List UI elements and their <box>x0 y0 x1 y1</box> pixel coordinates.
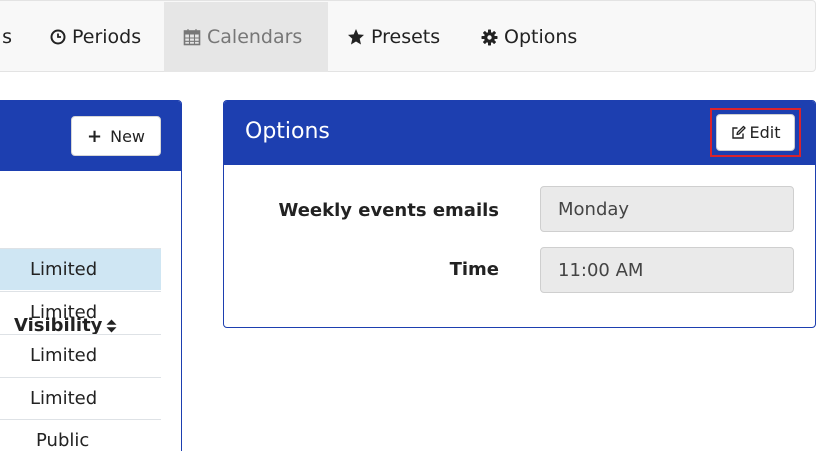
table-row[interactable]: Limited <box>0 334 161 376</box>
nav-tab-periods[interactable]: Periods <box>50 2 141 72</box>
nav-tab-calendars[interactable]: Calendars <box>164 2 328 72</box>
edit-options-button[interactable]: Edit <box>716 114 795 151</box>
edit-options-label: Edit <box>749 123 781 142</box>
calendar-list-header: + New <box>0 101 181 171</box>
visibility-cell: Limited <box>30 345 98 366</box>
visibility-cell: Public <box>36 430 90 451</box>
visibility-cell: Limited <box>30 388 98 409</box>
options-card-header: Options Edit <box>224 101 815 165</box>
visibility-cell: Limited <box>30 259 98 280</box>
top-nav-bar: s Periods Calendars Presets Options <box>0 0 816 72</box>
table-row[interactable]: Limited <box>0 248 161 290</box>
table-row[interactable]: Limited <box>0 291 161 333</box>
clock-icon <box>50 29 66 45</box>
options-card-title: Options <box>245 119 330 144</box>
gear-icon <box>481 29 498 46</box>
plus-icon: + <box>87 125 103 147</box>
star-icon <box>347 28 365 46</box>
nav-tab-options-label: Options <box>504 26 578 48</box>
nav-tab-presets[interactable]: Presets <box>347 2 440 72</box>
time-value: 11:00 AM <box>558 259 644 281</box>
nav-tab-calendars-label: Calendars <box>207 26 303 48</box>
nav-tab-truncated[interactable]: s <box>0 2 12 72</box>
new-calendar-button[interactable]: + New <box>71 116 161 156</box>
nav-tab-options[interactable]: Options <box>481 2 577 72</box>
table-row[interactable]: Public <box>0 419 161 451</box>
calendar-list-panel: + New Visibility Limited Limited Limited… <box>0 100 182 451</box>
weekly-events-emails-label: Weekly events emails <box>278 200 499 221</box>
weekly-events-emails-field: Monday <box>540 186 794 232</box>
table-row[interactable]: Limited <box>0 377 161 419</box>
options-card: Options Edit Weekly events emails Monday… <box>223 100 816 328</box>
time-label: Time <box>449 259 499 280</box>
calendar-icon <box>183 28 201 46</box>
nav-tab-periods-label: Periods <box>72 26 142 48</box>
weekly-events-emails-value: Monday <box>558 198 630 220</box>
edit-button-highlight: Edit <box>710 108 801 157</box>
visibility-cell: Limited <box>30 302 98 323</box>
time-field: 11:00 AM <box>540 247 794 293</box>
nav-tab-truncated-label: s <box>2 26 12 48</box>
new-calendar-label: New <box>110 126 145 146</box>
edit-icon <box>731 125 746 140</box>
nav-tab-presets-label: Presets <box>371 26 441 48</box>
